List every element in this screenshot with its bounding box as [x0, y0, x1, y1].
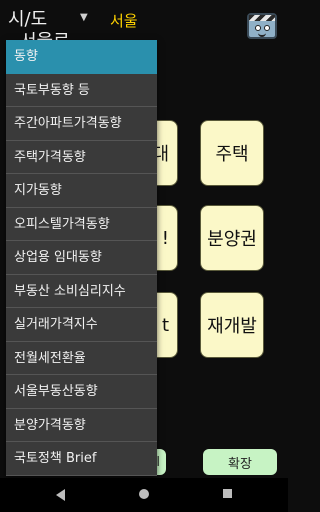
menu-item-land-price[interactable]: 지가동향	[6, 174, 157, 208]
right-eye	[264, 25, 270, 31]
left-eye	[255, 25, 261, 31]
region-label: 시/도	[8, 9, 48, 30]
clapper-stripe	[249, 15, 275, 21]
menu-item-rent-conversion[interactable]: 전월세전환율	[6, 342, 157, 375]
expand-button-label: 확장	[228, 456, 252, 472]
menu-item-officetel-price[interactable]: 오피스텔가격동향	[6, 208, 157, 241]
recent-apps-icon[interactable]	[223, 489, 232, 498]
menu-item-housing-price[interactable]: 주택가격동향	[6, 141, 157, 174]
menu-item-molit-trends[interactable]: 국토부동향 등	[6, 74, 157, 107]
menu-item-trend[interactable]: 동향	[6, 40, 157, 74]
back-icon[interactable]	[56, 489, 65, 501]
menu-item-consumer-sentiment[interactable]: 부동산 소비심리지수	[6, 275, 157, 308]
system-nav-bar	[0, 478, 288, 512]
tile-housing[interactable]: 주택	[200, 120, 264, 186]
tile-presale-rights[interactable]: 분양권	[200, 205, 264, 271]
app-logo-icon[interactable]	[247, 13, 277, 39]
menu-item-seoul-trend[interactable]: 서울부동산동향	[6, 375, 157, 409]
menu-item-policy-brief[interactable]: 국토정책 Brief	[6, 442, 157, 476]
tile-presale-rights-label: 분양권	[207, 229, 257, 250]
dropdown-arrow-icon[interactable]: ▼	[80, 12, 88, 23]
menu-item-transaction-index[interactable]: 실거래가격지수	[6, 308, 157, 342]
menu-item-presale-price[interactable]: 분양가격동향	[6, 409, 157, 442]
menu-item-commercial-rent[interactable]: 상업용 임대동향	[6, 241, 157, 275]
region-selected-value[interactable]: 서울	[110, 10, 138, 31]
tile-row3-left-label: t	[161, 314, 169, 336]
menu-item-weekly-apt-price[interactable]: 주간아파트가격동향	[6, 107, 157, 141]
header-bar: 시/도 ▼ 서울 서울로	[0, 0, 288, 44]
dropdown-menu: 동향 국토부동향 등 주간아파트가격동향 주택가격동향 지가동향 오피스텔가격동…	[6, 40, 157, 476]
tile-housing-label: 주택	[215, 144, 249, 165]
home-icon[interactable]	[139, 489, 149, 499]
tile-row2-left-label: !	[161, 227, 169, 249]
mouth	[258, 32, 266, 37]
expand-button[interactable]: 확장	[203, 449, 277, 475]
tile-redevelopment-label: 재개발	[207, 316, 257, 337]
tile-redevelopment[interactable]: 재개발	[200, 292, 264, 358]
